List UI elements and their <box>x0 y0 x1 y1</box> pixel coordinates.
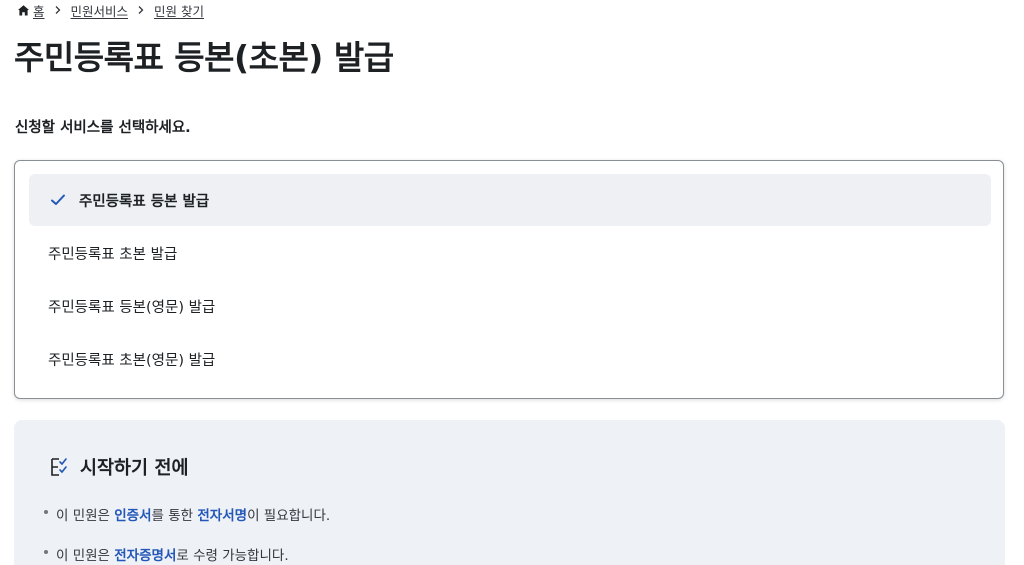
page: 홈 민원서비스 민원 찾기 주민등록표 등본(초본) 발급 신청할 서비스를 선… <box>0 0 1024 565</box>
breadcrumb: 홈 민원서비스 민원 찾기 <box>17 1 204 19</box>
info-text: 이 민원은 전자증명서로 수령 가능합니다. <box>56 544 289 564</box>
breadcrumb-home-link[interactable]: 홈 <box>33 1 45 20</box>
instruction-text: 신청할 서비스를 선택하세요. <box>15 120 191 136</box>
before-start-heading: 시작하기 전에 <box>49 454 189 480</box>
bullet <box>44 510 48 514</box>
chevron-right-icon <box>54 5 62 15</box>
highlight-e-signature: 전자서명 <box>197 508 248 524</box>
option-label: 주민등록표 초본 발급 <box>48 246 178 263</box>
option-resident-abstract-english[interactable]: 주민등록표 초본(영문) 발급 <box>29 333 991 385</box>
info-text-part: 이 민원은 <box>56 548 115 564</box>
page-title: 주민등록표 등본(초본) 발급 <box>14 38 394 77</box>
info-text-part: 이 민원은 <box>56 508 115 524</box>
breadcrumb-civil-services[interactable]: 민원서비스 <box>71 1 129 20</box>
home-icon <box>17 4 30 17</box>
before-start-panel: 시작하기 전에 이 민원은 인증서를 통한 전자서명이 필요합니다. 이 민원은… <box>14 420 1005 565</box>
checklist-icon <box>49 456 71 478</box>
option-label: 주민등록표 등본 발급 <box>79 193 210 210</box>
before-start-title: 시작하기 전에 <box>80 458 189 479</box>
info-text-part: 로 수령 가능합니다. <box>176 548 289 564</box>
check-icon <box>50 193 66 207</box>
option-label: 주민등록표 등본(영문) 발급 <box>48 299 216 316</box>
bullet <box>44 550 48 554</box>
option-resident-copy-english[interactable]: 주민등록표 등본(영문) 발급 <box>29 280 991 332</box>
info-text-part: 이 필요합니다. <box>247 508 331 524</box>
info-text-part: 를 통한 <box>151 508 198 524</box>
option-resident-abstract[interactable]: 주민등록표 초본 발급 <box>29 227 991 279</box>
info-item-certificate: 이 민원은 인증서를 통한 전자서명이 필요합니다. <box>44 504 330 524</box>
breadcrumb-home[interactable]: 홈 <box>17 1 45 20</box>
option-label: 주민등록표 초본(영문) 발급 <box>48 352 216 369</box>
highlight-certificate: 인증서 <box>114 508 152 524</box>
info-item-e-certificate: 이 민원은 전자증명서로 수령 가능합니다. <box>44 544 289 564</box>
option-resident-copy[interactable]: 주민등록표 등본 발급 <box>29 174 991 226</box>
info-text: 이 민원은 인증서를 통한 전자서명이 필요합니다. <box>56 504 330 524</box>
highlight-e-certificate: 전자증명서 <box>114 548 177 564</box>
chevron-right-icon <box>137 5 145 15</box>
service-options: 주민등록표 등본 발급 주민등록표 초본 발급 주민등록표 등본(영문) 발급 … <box>14 160 1004 399</box>
breadcrumb-find-civil[interactable]: 민원 찾기 <box>154 1 204 20</box>
